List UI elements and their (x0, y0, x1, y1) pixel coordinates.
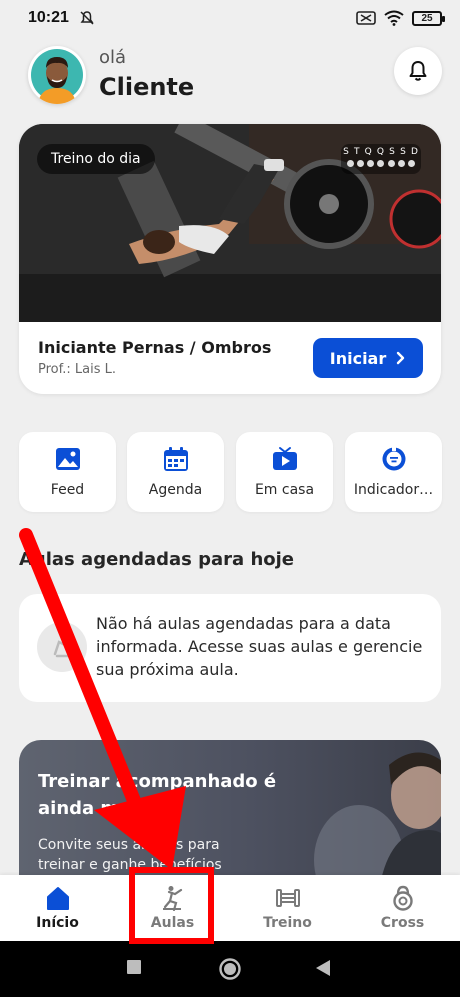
user-name: Cliente (99, 73, 195, 101)
home-icon (46, 887, 69, 910)
nav-label: Cross (380, 915, 425, 931)
workout-photo: Treino do dia S T Q Q S S D (19, 124, 441, 322)
screen-cast-icon (356, 11, 376, 25)
status-bar: 10:21 25 (0, 0, 460, 36)
notifications-button[interactable] (394, 47, 442, 95)
day-chip: Treino do dia (37, 144, 155, 174)
status-time: 10:21 (28, 9, 69, 26)
nav-cross[interactable]: Cross (345, 875, 460, 941)
nav-label: Aulas (150, 915, 195, 931)
shortcut-label: Indicador… (353, 482, 434, 498)
shortcut-indicador[interactable]: Indicador… (345, 432, 442, 512)
week-day: D (410, 147, 419, 157)
dumbbell-icon (275, 889, 300, 907)
week-dot (377, 160, 385, 167)
nav-treino[interactable]: Treino (230, 875, 345, 941)
shortcut-feed[interactable]: Feed (19, 432, 116, 512)
shortcut-label: Feed (50, 482, 85, 498)
week-day: Q (376, 147, 385, 157)
shortcut-agenda[interactable]: Agenda (127, 432, 224, 512)
chevron-right-icon (397, 351, 405, 365)
nav-label: Treino (263, 915, 312, 931)
week-dot (408, 160, 416, 167)
back-icon[interactable] (314, 958, 332, 978)
avatar-illustration (31, 49, 83, 104)
calendar-icon (163, 447, 188, 471)
bottom-navigation: Início Aulas Treino Cross (0, 875, 460, 941)
kettlebell-icon (392, 885, 413, 911)
battery-level: 25 (421, 12, 433, 24)
empty-state-icon (37, 622, 87, 672)
avatar[interactable] (28, 46, 86, 104)
week-dot (398, 160, 406, 167)
invite-friends-card[interactable]: Treinar acompanhado é ainda melhor! Conv… (19, 740, 441, 890)
week-day: T (353, 147, 361, 157)
greeting-text: olá (99, 47, 127, 68)
week-dot (356, 160, 364, 167)
workout-of-day-card[interactable]: Treino do dia S T Q Q S S D Iniciante Pe… (19, 124, 441, 394)
nav-label: Início (36, 915, 79, 931)
battery-icon: 25 (412, 10, 445, 26)
exercise-icon (162, 886, 182, 911)
nav-inicio[interactable]: Início (0, 875, 115, 941)
section-title: Aulas agendadas para hoje (19, 549, 295, 570)
home-system-icon[interactable] (218, 957, 242, 981)
exercise-empty-icon (53, 638, 71, 658)
shortcut-em-casa[interactable]: Em casa (236, 432, 333, 512)
tv-play-icon (272, 447, 297, 470)
week-day: S (343, 147, 350, 157)
workout-professor: Prof.: Lais L. (38, 362, 116, 377)
week-indicator: S T Q Q S S D (341, 144, 421, 174)
shortcut-label: Agenda (148, 482, 203, 498)
nav-aulas[interactable]: Aulas (115, 875, 230, 941)
wifi-icon (384, 10, 404, 26)
start-workout-button[interactable]: Iniciar (313, 338, 423, 378)
no-classes-card: Não há aulas agendadas para a data infor… (19, 594, 441, 702)
workout-title: Iniciante Pernas / Ombros (38, 338, 272, 357)
week-dot (387, 160, 395, 167)
system-navigation-bar (0, 941, 460, 997)
promo-description: Convite seus amigos para treinar e ganhe… (38, 837, 222, 873)
indicator-icon (382, 446, 405, 471)
recent-apps-icon[interactable] (126, 959, 142, 975)
start-label: Iniciar (329, 348, 387, 368)
week-day: S (389, 147, 396, 157)
shortcut-label: Em casa (254, 482, 315, 498)
promo-title: Treinar acompanhado é ainda melhor! (38, 771, 277, 819)
bell-icon (409, 61, 427, 81)
week-day: Q (364, 147, 373, 157)
week-dot (346, 160, 354, 167)
week-day: S (400, 147, 407, 157)
no-classes-message: Não há aulas agendadas para a data infor… (96, 614, 423, 679)
mute-icon (80, 11, 94, 25)
week-dot (367, 160, 375, 167)
image-icon (55, 448, 80, 470)
